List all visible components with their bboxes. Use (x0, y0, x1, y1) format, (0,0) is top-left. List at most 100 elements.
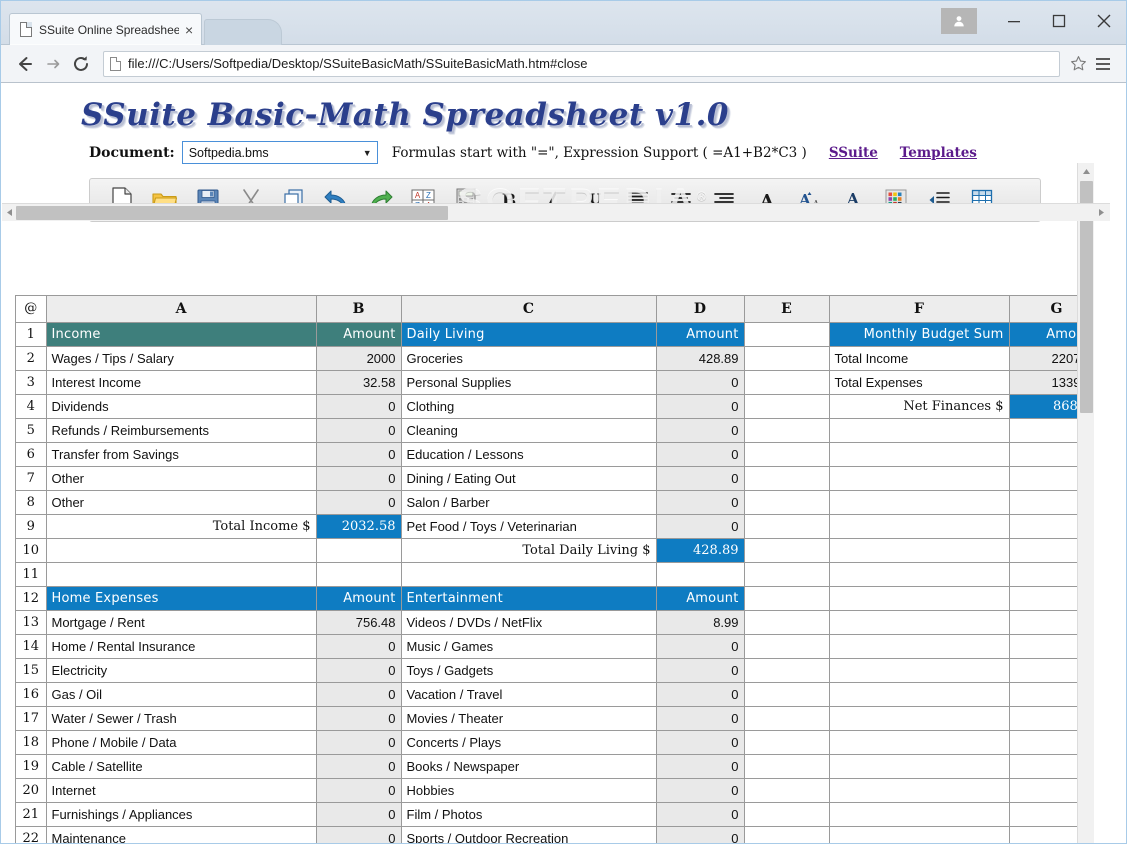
cell-B15[interactable]: 0 (316, 658, 402, 683)
cell-B6[interactable]: 0 (316, 442, 402, 467)
cell-D15[interactable]: 0 (656, 658, 745, 683)
cell-F20[interactable] (829, 778, 1010, 803)
spreadsheet-grid[interactable]: @ A B C D E F G 1 Income Amount Daily Livin… (15, 295, 1093, 843)
cell-F19[interactable] (829, 754, 1010, 779)
reload-button[interactable] (67, 50, 95, 78)
forward-button[interactable] (39, 50, 67, 78)
row-header[interactable]: 12 (16, 586, 47, 611)
cell-F8[interactable] (829, 490, 1010, 515)
cell-A15[interactable]: Electricity (46, 658, 317, 683)
cell-E13[interactable] (744, 610, 830, 635)
cell-E7[interactable] (744, 466, 830, 491)
cell-A13[interactable]: Mortgage / Rent (46, 610, 317, 635)
cell-D8[interactable]: 0 (656, 490, 745, 515)
cell-C19[interactable]: Books / Newspaper (401, 754, 657, 779)
cell-F15[interactable] (829, 658, 1010, 683)
profile-avatar-icon[interactable] (941, 8, 977, 34)
cell-C4[interactable]: Clothing (401, 394, 657, 419)
row-header[interactable]: 2 (16, 346, 47, 371)
cell-A17[interactable]: Water / Sewer / Trash (46, 706, 317, 731)
row-header[interactable]: 1 (16, 322, 47, 347)
cell-A12[interactable]: Home Expenses (46, 586, 317, 611)
cell-C12[interactable]: Entertainment (401, 586, 657, 611)
cell-F1[interactable]: Monthly Budget Sum (829, 322, 1010, 347)
tab-close-icon[interactable]: × (185, 23, 193, 37)
cell-C1[interactable]: Daily Living (401, 322, 657, 347)
cell-B12[interactable]: Amount (316, 586, 402, 611)
cell-D17[interactable]: 0 (656, 706, 745, 731)
cell-E1[interactable] (744, 322, 830, 347)
row-header[interactable]: 15 (16, 658, 47, 683)
cell-A11[interactable] (46, 562, 317, 587)
row-header[interactable]: 18 (16, 730, 47, 755)
row-header[interactable]: 8 (16, 490, 47, 515)
cell-F6[interactable] (829, 442, 1010, 467)
bookmark-star-icon[interactable] (1066, 55, 1090, 72)
cell-F5[interactable] (829, 418, 1010, 443)
horizontal-scroll-thumb[interactable] (16, 206, 448, 220)
cell-F22[interactable] (829, 826, 1010, 843)
cell-D6[interactable]: 0 (656, 442, 745, 467)
cell-B13[interactable]: 756.48 (316, 610, 402, 635)
cell-B16[interactable]: 0 (316, 682, 402, 707)
cell-B7[interactable]: 0 (316, 466, 402, 491)
cell-B1[interactable]: Amount (316, 322, 402, 347)
cell-C15[interactable]: Toys / Gadgets (401, 658, 657, 683)
cell-B11[interactable] (316, 562, 402, 587)
cell-E11[interactable] (744, 562, 830, 587)
cell-D7[interactable]: 0 (656, 466, 745, 491)
cell-D19[interactable]: 0 (656, 754, 745, 779)
cell-F2[interactable]: Total Income (829, 346, 1010, 371)
cell-C9[interactable]: Pet Food / Toys / Veterinarian (401, 514, 657, 539)
templates-link[interactable]: Templates (900, 145, 977, 161)
cell-B17[interactable]: 0 (316, 706, 402, 731)
cell-E17[interactable] (744, 706, 830, 731)
row-header[interactable]: 20 (16, 778, 47, 803)
cell-C2[interactable]: Groceries (401, 346, 657, 371)
column-header-e[interactable]: E (744, 296, 830, 323)
cell-D9[interactable]: 0 (656, 514, 745, 539)
row-header[interactable]: 19 (16, 754, 47, 779)
row-header[interactable]: 13 (16, 610, 47, 635)
cell-D11[interactable] (656, 562, 745, 587)
cell-D10[interactable]: 428.89 (656, 538, 745, 563)
cell-B18[interactable]: 0 (316, 730, 402, 755)
cell-B5[interactable]: 0 (316, 418, 402, 443)
cell-F11[interactable] (829, 562, 1010, 587)
maximize-button[interactable] (1036, 1, 1081, 41)
cell-B3[interactable]: 32.58 (316, 370, 402, 395)
cell-C13[interactable]: Videos / DVDs / NetFlix (401, 610, 657, 635)
column-header-c[interactable]: C (401, 296, 657, 323)
column-header-f[interactable]: F (829, 296, 1010, 323)
cell-B21[interactable]: 0 (316, 802, 402, 827)
cell-B2[interactable]: 2000 (316, 346, 402, 371)
cell-C11[interactable] (401, 562, 657, 587)
cell-A8[interactable]: Other (46, 490, 317, 515)
cell-E14[interactable] (744, 634, 830, 659)
cell-F4[interactable]: Net Finances $ (829, 394, 1010, 419)
cell-E19[interactable] (744, 754, 830, 779)
cell-E2[interactable] (744, 346, 830, 371)
cell-A3[interactable]: Interest Income (46, 370, 317, 395)
cell-D16[interactable]: 0 (656, 682, 745, 707)
cell-A4[interactable]: Dividends (46, 394, 317, 419)
cell-D20[interactable]: 0 (656, 778, 745, 803)
cell-E9[interactable] (744, 514, 830, 539)
cell-F14[interactable] (829, 634, 1010, 659)
cell-D22[interactable]: 0 (656, 826, 745, 843)
cell-E3[interactable] (744, 370, 830, 395)
row-header[interactable]: 3 (16, 370, 47, 395)
scroll-right-icon[interactable] (1094, 208, 1108, 217)
cell-C18[interactable]: Concerts / Plays (401, 730, 657, 755)
cell-A21[interactable]: Furnishings / Appliances (46, 802, 317, 827)
row-header[interactable]: 10 (16, 538, 47, 563)
row-header[interactable]: 21 (16, 802, 47, 827)
cell-A14[interactable]: Home / Rental Insurance (46, 634, 317, 659)
cell-C3[interactable]: Personal Supplies (401, 370, 657, 395)
cell-C6[interactable]: Education / Lessons (401, 442, 657, 467)
cell-E20[interactable] (744, 778, 830, 803)
cell-E21[interactable] (744, 802, 830, 827)
cell-D21[interactable]: 0 (656, 802, 745, 827)
cell-B22[interactable]: 0 (316, 826, 402, 843)
browser-menu-button[interactable] (1090, 51, 1116, 77)
